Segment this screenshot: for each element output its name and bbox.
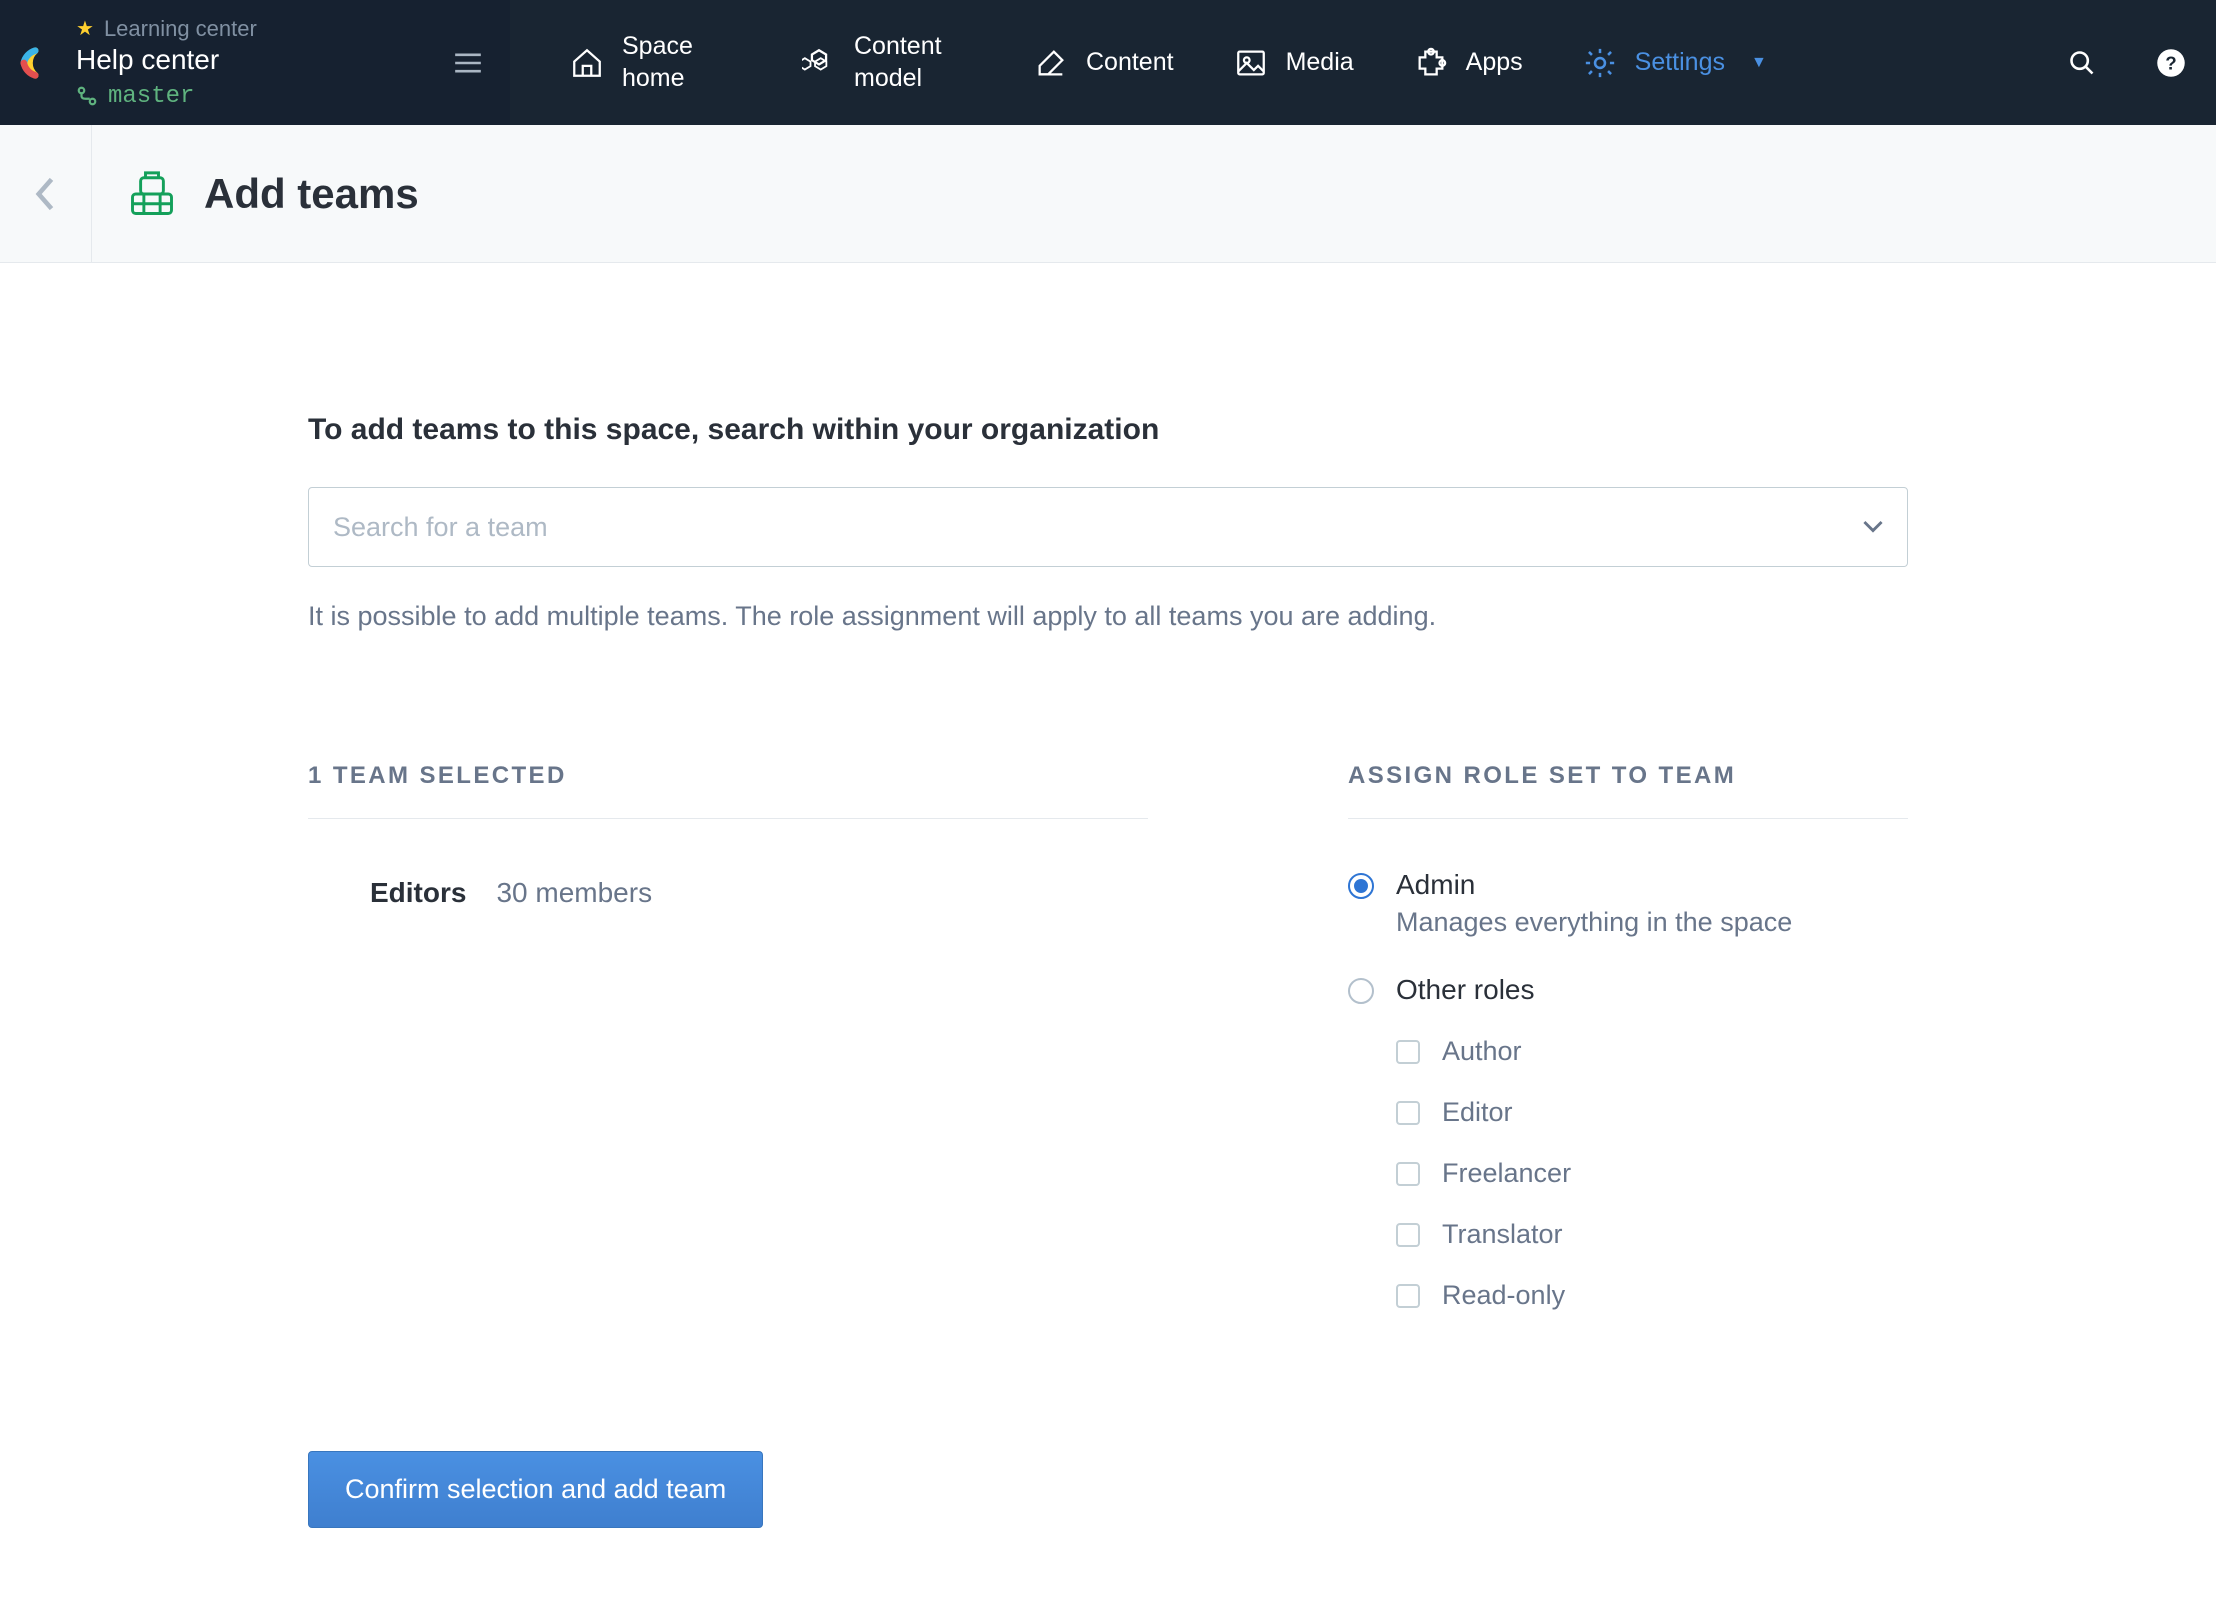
home-icon <box>570 46 604 80</box>
chevron-down-icon: ▼ <box>1751 54 1767 72</box>
role-checkbox-label: Author <box>1442 1036 1522 1067</box>
learning-center-label: Learning center <box>104 16 257 42</box>
nav-label: Media <box>1286 47 1354 78</box>
radio-icon <box>1348 873 1374 899</box>
branch-name: master <box>108 83 194 110</box>
boxes-icon <box>802 46 836 80</box>
help-icon[interactable]: ? <box>2156 48 2186 78</box>
nav-content[interactable]: Content <box>1034 46 1174 80</box>
nav-label: Content model <box>854 31 974 94</box>
team-name: Editors <box>370 877 466 909</box>
selected-teams-column: 1 Team Selected Editors 30 members <box>308 762 1148 1311</box>
nav-media[interactable]: Media <box>1234 46 1354 80</box>
space-switcher[interactable]: ★ Learning center Help center master <box>0 0 510 125</box>
role-title: Admin <box>1396 869 1792 901</box>
role-radio-admin[interactable]: Admin Manages everything in the space <box>1348 869 1908 938</box>
hint-text: It is possible to add multiple teams. Th… <box>308 601 1908 632</box>
chevron-down-icon <box>1863 520 1883 534</box>
role-checkbox-label: Editor <box>1442 1097 1513 1128</box>
puzzle-icon <box>1414 46 1448 80</box>
role-checkbox-label: Freelancer <box>1442 1158 1571 1189</box>
branch-icon <box>76 85 98 107</box>
page-subheader: Add teams <box>0 125 2216 263</box>
role-checkbox-read-only[interactable]: Read-only <box>1396 1280 1908 1311</box>
page-title: Add teams <box>204 170 419 218</box>
role-checkbox-editor[interactable]: Editor <box>1396 1097 1908 1128</box>
role-checkbox-author[interactable]: Author <box>1396 1036 1908 1067</box>
topbar: ★ Learning center Help center master <box>0 0 2216 125</box>
checkbox-icon <box>1396 1101 1420 1125</box>
team-search-input[interactable] <box>333 512 1863 543</box>
space-switcher-texts: ★ Learning center Help center master <box>76 16 454 110</box>
confirm-button[interactable]: Confirm selection and add team <box>308 1451 763 1528</box>
role-title: Other roles <box>1396 974 1535 1006</box>
nav-content-model[interactable]: Content model <box>802 31 974 94</box>
team-search-combo[interactable] <box>308 487 1908 567</box>
checkbox-icon <box>1396 1040 1420 1064</box>
roles-section-heading: Assign Role Set to Team <box>1348 762 1908 819</box>
top-nav: Space home Content model Content Media A… <box>510 0 2216 125</box>
team-row: Editors 30 members <box>308 819 1148 909</box>
nav-label: Settings <box>1635 47 1725 78</box>
role-desc: Manages everything in the space <box>1396 907 1792 938</box>
chevron-left-icon <box>35 175 57 213</box>
logo-icon <box>20 44 58 82</box>
role-checkbox-freelancer[interactable]: Freelancer <box>1396 1158 1908 1189</box>
nav-label: Space home <box>622 31 742 94</box>
role-radio-other[interactable]: Other roles <box>1348 974 1908 1006</box>
role-checkbox-label: Translator <box>1442 1219 1563 1250</box>
search-icon[interactable] <box>2068 49 2096 77</box>
role-checkbox-label: Read-only <box>1442 1280 1565 1311</box>
edit-icon <box>1034 46 1068 80</box>
instruction-text: To add teams to this space, search withi… <box>308 413 1908 447</box>
checkbox-icon <box>1396 1162 1420 1186</box>
role-checkbox-translator[interactable]: Translator <box>1396 1219 1908 1250</box>
star-icon: ★ <box>76 16 94 41</box>
image-icon <box>1234 46 1268 80</box>
team-members: 30 members <box>496 877 652 909</box>
teams-icon <box>126 168 178 220</box>
nav-label: Content <box>1086 47 1174 78</box>
nav-label: Apps <box>1466 47 1523 78</box>
hamburger-icon[interactable] <box>454 52 482 74</box>
checkbox-icon <box>1396 1223 1420 1247</box>
nav-settings[interactable]: Settings ▼ <box>1583 46 1767 80</box>
space-name: Help center <box>76 44 454 76</box>
teams-section-heading: 1 Team Selected <box>308 762 1148 819</box>
roles-column: Assign Role Set to Team Admin Manages ev… <box>1348 762 1908 1311</box>
radio-icon <box>1348 978 1374 1004</box>
nav-apps[interactable]: Apps <box>1414 46 1523 80</box>
nav-space-home[interactable]: Space home <box>570 31 742 94</box>
back-button[interactable] <box>0 125 92 262</box>
main-content: To add teams to this space, search withi… <box>308 263 1908 1608</box>
checkbox-icon <box>1396 1284 1420 1308</box>
svg-text:?: ? <box>2165 52 2176 73</box>
gear-icon <box>1583 46 1617 80</box>
